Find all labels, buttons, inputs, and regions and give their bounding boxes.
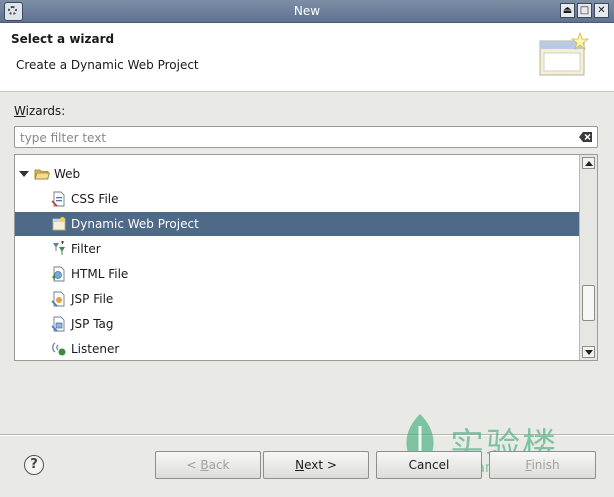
tree-item-jsp-tag[interactable]: JSP Tag xyxy=(15,312,580,336)
tree-item-web[interactable]: Web xyxy=(15,162,580,186)
tree-item-html-file[interactable]: HTML File xyxy=(15,262,580,286)
shade-icon[interactable]: ⏏ xyxy=(560,3,575,18)
scroll-thumb[interactable] xyxy=(582,285,595,321)
tree-scrollbar[interactable] xyxy=(579,155,597,360)
close-icon[interactable]: ✕ xyxy=(594,3,609,18)
tree-item-dynamic-web-project[interactable]: Dynamic Web Project xyxy=(15,212,580,236)
back-button[interactable]: < Back xyxy=(155,451,261,479)
tree-item-label: HTML File xyxy=(71,267,129,281)
scroll-up-icon[interactable] xyxy=(582,157,595,169)
filter-field-container xyxy=(14,126,598,148)
wizards-label: Wizards: xyxy=(14,104,66,118)
finish-button[interactable]: Finish xyxy=(489,451,596,479)
css-file-icon xyxy=(51,191,65,207)
tree-item-jsp-file[interactable]: JSP File xyxy=(15,287,580,311)
cancel-button[interactable]: Cancel xyxy=(376,451,482,479)
wizard-tree[interactable]: Web CSS File Dynamic Web Project Filter … xyxy=(14,154,598,361)
folder-open-icon xyxy=(34,169,50,180)
wizard-header: Select a wizard Create a Dynamic Web Pro… xyxy=(0,23,614,92)
tree-item-listener[interactable]: Listener xyxy=(15,337,580,360)
tree-item-label: CSS File xyxy=(71,192,119,206)
new-wizard-dialog: New ⏏ □ ✕ Select a wizard Create a Dynam… xyxy=(0,0,614,497)
html-file-icon xyxy=(52,266,65,282)
tree-item-filter[interactable]: Filter xyxy=(15,237,580,261)
tree-item-label: JSP Tag xyxy=(71,317,114,331)
tree-item-label: Dynamic Web Project xyxy=(71,217,199,231)
expand-collapse-icon[interactable] xyxy=(19,171,29,177)
tree-item-label: Filter xyxy=(71,242,101,256)
listener-icon xyxy=(52,342,66,356)
window-title: New xyxy=(293,4,321,18)
tree-item-label: JSP File xyxy=(71,292,114,306)
jsp-tag-icon xyxy=(51,316,65,332)
help-icon[interactable]: ? xyxy=(24,455,44,475)
title-bar[interactable]: New ⏏ □ ✕ xyxy=(0,0,614,23)
page-description: Create a Dynamic Web Project xyxy=(16,58,199,72)
scroll-down-icon[interactable] xyxy=(582,346,595,358)
next-button[interactable]: Next > xyxy=(263,451,369,479)
tree-item-css-file[interactable]: CSS File xyxy=(15,187,580,211)
tree-item-label: Web xyxy=(54,167,81,181)
tree-item-label: Listener xyxy=(71,342,120,356)
jsp-file-icon xyxy=(51,291,65,307)
web-project-icon xyxy=(52,217,66,231)
filter-input[interactable] xyxy=(18,129,572,147)
page-title: Select a wizard xyxy=(11,32,115,46)
button-bar-separator xyxy=(0,434,614,436)
filter-icon xyxy=(53,241,65,255)
new-wizard-banner-icon xyxy=(539,31,590,76)
clear-filter-icon[interactable] xyxy=(579,131,593,143)
maximize-icon[interactable]: □ xyxy=(577,3,592,18)
